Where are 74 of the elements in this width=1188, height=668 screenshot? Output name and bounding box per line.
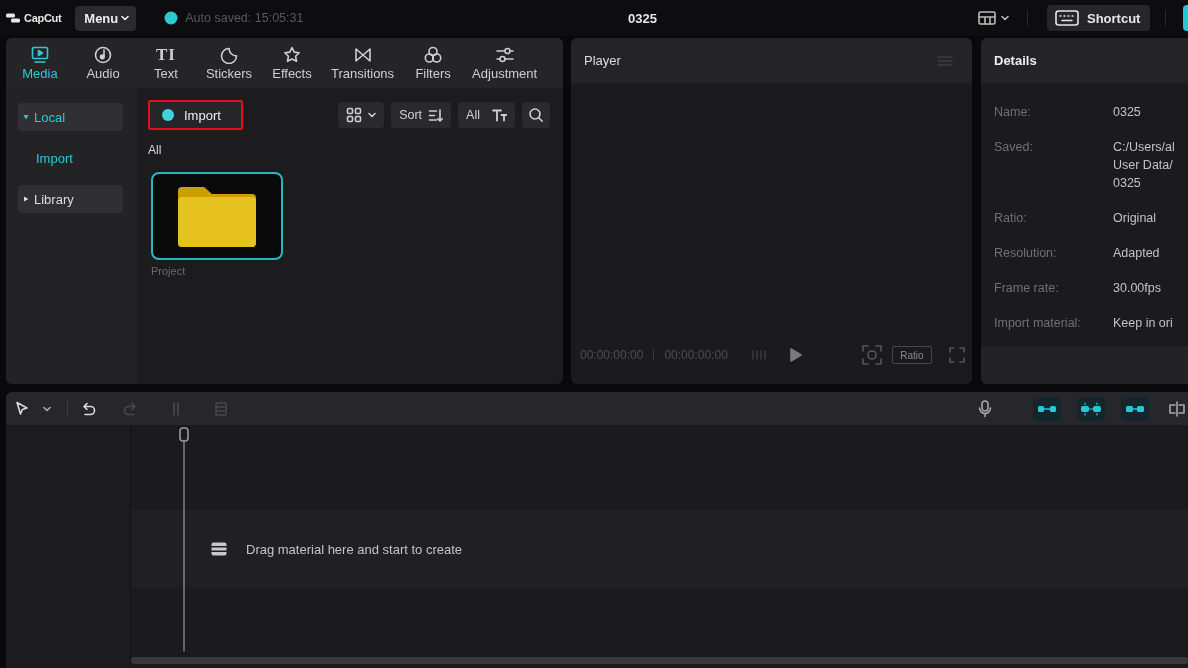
text-filter-icon [492, 108, 507, 122]
tab[interactable]: Filters [409, 43, 458, 83]
field-label: Frame rate: [994, 280, 1060, 297]
horizontal-scrollbar[interactable] [131, 657, 1188, 664]
caret-icon [368, 112, 377, 118]
search-icon [528, 107, 544, 123]
sliders-icon [494, 46, 515, 64]
folder-icon [178, 185, 256, 247]
project-title: 0325 [628, 10, 657, 26]
link-icon[interactable] [1077, 396, 1105, 421]
track-hint: Drag material here and start to create [246, 541, 463, 557]
section-label: All [148, 143, 162, 157]
panel-title: Player [584, 53, 621, 68]
tab[interactable]: Transitions [331, 43, 395, 83]
field-label: Name: [994, 104, 1032, 121]
filter-button[interactable]: All [458, 102, 515, 128]
search-button[interactable] [522, 102, 550, 128]
sidebar-item[interactable]: Local [18, 103, 123, 131]
dot-icon [162, 109, 174, 121]
tab[interactable]: Effects [268, 43, 316, 83]
sidebar-item[interactable]: Import [18, 144, 123, 172]
tab[interactable]: TI Text [142, 43, 190, 83]
link-icon[interactable] [1121, 396, 1149, 421]
split-view-icon[interactable] [1168, 400, 1186, 417]
link-icon[interactable] [1033, 396, 1061, 421]
caret-icon [1001, 15, 1009, 21]
field-value: C:/Users/al User Data/ 0325 [1113, 139, 1175, 192]
sort-button[interactable]: Sort [391, 102, 452, 128]
field-label: Ratio: [994, 210, 1028, 227]
bowtie-icon [352, 46, 373, 64]
field-label: Resolution: [994, 245, 1058, 262]
field-label: Saved: [994, 139, 1034, 156]
caret-icon[interactable] [43, 405, 51, 412]
field-value: Original [1113, 210, 1157, 227]
circles-icon [423, 46, 444, 64]
disc-icon [93, 46, 113, 64]
field-value: 30.00fps [1113, 280, 1161, 297]
toolbar-button[interactable] [1183, 5, 1188, 31]
keyboard-icon [1055, 10, 1079, 26]
layout-icon [978, 11, 996, 25]
panel-title: Details [994, 53, 1037, 68]
playhead[interactable] [178, 427, 190, 652]
tab[interactable]: Adjustment [472, 43, 538, 83]
tab[interactable]: Media [16, 43, 64, 83]
microphone-icon[interactable] [978, 399, 992, 418]
layout-button[interactable] [978, 11, 1010, 25]
sparkle-icon [282, 46, 302, 64]
sidebar-item[interactable]: Library [18, 185, 123, 213]
status-dot-icon [164, 11, 179, 25]
ratio-button[interactable]: Ratio [892, 346, 932, 364]
sort-icon [428, 107, 444, 123]
import-button[interactable]: Import [148, 100, 243, 130]
film-icon [211, 542, 227, 556]
shortcut-button[interactable]: Shortcut [1047, 5, 1150, 31]
field-label: Import material: [994, 315, 1082, 332]
cursor-icon[interactable] [14, 400, 30, 417]
grid-icon [346, 107, 363, 123]
caret-icon [121, 15, 130, 21]
field-value: 0325 [1113, 104, 1141, 121]
menu-button[interactable]: Menu [75, 5, 137, 31]
video-icon [30, 46, 50, 64]
logo-icon [5, 12, 21, 24]
tab[interactable]: Stickers [205, 43, 253, 83]
field-value: Keep in ori [1113, 315, 1173, 332]
undo-icon[interactable] [80, 400, 96, 417]
media-thumbnail[interactable] [151, 172, 283, 260]
autosave-status: Auto saved: 15:05:31 [185, 11, 304, 25]
tab[interactable]: Audio [79, 43, 127, 83]
field-value: Adapted [1113, 245, 1160, 262]
play-icon[interactable] [789, 348, 802, 362]
view-button[interactable] [338, 102, 385, 128]
sticker-icon [219, 46, 239, 64]
logo-text: CapCut [24, 12, 62, 24]
item-label: Project [151, 265, 186, 277]
